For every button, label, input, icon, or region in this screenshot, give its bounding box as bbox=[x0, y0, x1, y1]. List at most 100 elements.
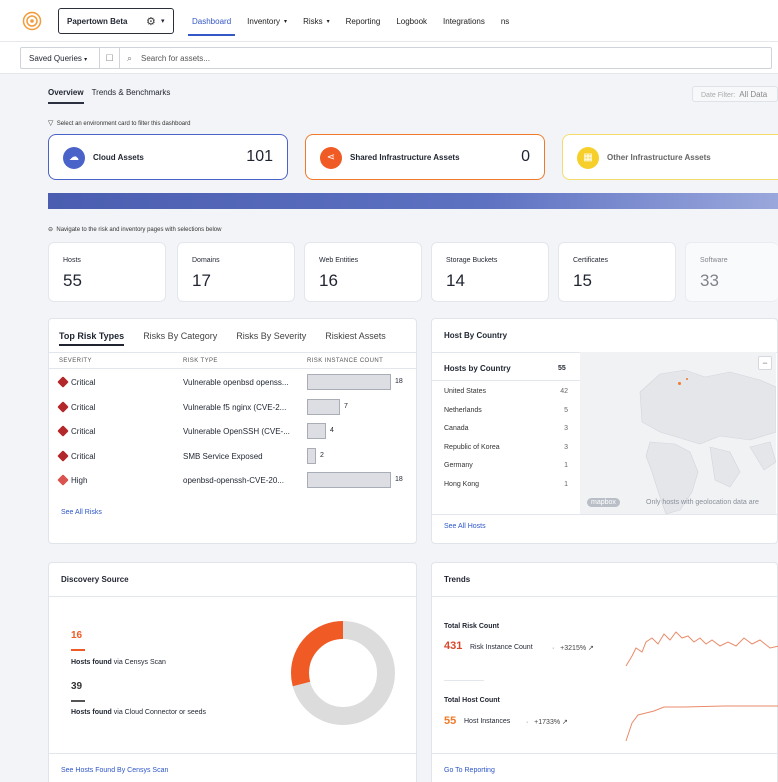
severity-icon bbox=[57, 376, 69, 388]
table-row[interactable]: High openbsd-openssh-CVE-20... 18 bbox=[49, 469, 416, 493]
nav-item-dashboard[interactable]: Dashboard bbox=[184, 0, 239, 42]
see-hosts-censys-link[interactable]: See Hosts Found By Censys Scan bbox=[61, 767, 168, 774]
divider bbox=[444, 680, 484, 681]
total-risk-change-value: +3215% bbox=[560, 645, 587, 652]
total-host-unit: Host Instances bbox=[464, 718, 511, 725]
navigate-hint: ⊖ Navigate to the risk and inventory pag… bbox=[48, 226, 221, 233]
zoom-out-icon[interactable]: − bbox=[758, 356, 772, 370]
list-item[interactable]: United States 42 bbox=[444, 388, 568, 406]
censys-host-label-rest: via Censys Scan bbox=[113, 659, 166, 666]
bookmark-icon[interactable]: ☐ bbox=[100, 48, 120, 68]
stat-label: Hosts bbox=[63, 257, 81, 264]
stat-label: Web Entities bbox=[319, 257, 359, 264]
nav-item-logbook[interactable]: Logbook bbox=[388, 0, 435, 42]
divider bbox=[49, 753, 416, 754]
stat-label: Software bbox=[700, 257, 728, 264]
nav-item-inventory[interactable]: Inventory ▾ bbox=[239, 0, 295, 42]
share-icon: ⋖ bbox=[320, 147, 342, 169]
country-count: 5 bbox=[564, 406, 568, 414]
see-all-risks-link[interactable]: See All Risks bbox=[61, 509, 102, 516]
saved-queries-label: Saved Queries bbox=[29, 54, 82, 63]
stat-card-storage-buckets[interactable]: Storage Buckets 14 bbox=[431, 242, 549, 302]
trends-title: Trends bbox=[444, 575, 471, 584]
date-filter-value: All Data bbox=[739, 90, 768, 99]
connector-host-label-rest: via Cloud Connector or seeds bbox=[113, 709, 206, 716]
list-item[interactable]: Germany 1 bbox=[444, 462, 568, 480]
nav-item-integrations[interactable]: Integrations bbox=[435, 0, 493, 42]
search-input[interactable] bbox=[141, 51, 741, 65]
risk-count-bar bbox=[307, 447, 316, 464]
stat-value: 14 bbox=[446, 271, 465, 290]
chevron-down-icon: ▾ bbox=[84, 57, 88, 63]
top-risks-panel: Top Risk Types Risks By Category Risks By … bbox=[48, 318, 417, 544]
risk-count-bar bbox=[307, 374, 391, 390]
severity-icon bbox=[57, 449, 69, 462]
org-selector[interactable]: Papertown Beta ⚙ ▾ bbox=[58, 8, 174, 34]
risk-count-value: 7 bbox=[344, 402, 348, 410]
risk-count-value: 18 bbox=[395, 476, 403, 483]
country-name: Republic of Korea bbox=[444, 443, 500, 451]
map-host-marker[interactable] bbox=[686, 378, 688, 380]
list-item[interactable]: Hong Kong 1 bbox=[444, 481, 568, 499]
tab-riskiest-assets[interactable]: Riskiest Assets bbox=[325, 331, 386, 346]
nav-item-reporting[interactable]: Reporting bbox=[338, 0, 389, 42]
country-count: 1 bbox=[564, 462, 568, 469]
risk-count-bar bbox=[307, 472, 391, 488]
table-row[interactable]: Critical SMB Service Exposed 2 bbox=[49, 445, 416, 469]
risk-count-value: 4 bbox=[330, 427, 334, 434]
stat-card-web-entities[interactable]: Web Entities 16 bbox=[304, 242, 422, 302]
country-count: 42 bbox=[560, 388, 568, 395]
nav-item-label: Inventory bbox=[247, 16, 281, 26]
divider bbox=[432, 596, 777, 597]
tab-trends-benchmarks[interactable]: Trends & Benchmarks bbox=[92, 88, 171, 104]
severity-icon bbox=[57, 474, 69, 486]
stat-card-hosts[interactable]: Hosts 55 bbox=[48, 242, 166, 302]
env-card-other-infrastructure-assets[interactable]: ▦ Other Infrastructure Assets bbox=[562, 134, 778, 180]
table-row[interactable]: Critical Vulnerable OpenSSH (CVE-... 4 bbox=[49, 420, 416, 444]
date-filter[interactable]: Date Filter: All Data bbox=[692, 86, 778, 102]
env-card-shared-infrastructure-assets[interactable]: ⋖ Shared Infrastructure Assets 0 bbox=[305, 134, 545, 180]
see-all-hosts-link[interactable]: See All Hosts bbox=[444, 523, 486, 530]
stat-value: 16 bbox=[319, 271, 338, 290]
list-item[interactable]: Republic of Korea 3 bbox=[444, 444, 568, 462]
severity-label: Critical bbox=[71, 402, 96, 412]
map-shapes bbox=[639, 369, 776, 514]
nav-item-risks[interactable]: Risks ▾ bbox=[295, 0, 338, 42]
search-bar: Saved Queries ▾ ☐ ⌕ bbox=[0, 42, 778, 74]
mapbox-logo: mapbox bbox=[587, 498, 620, 507]
gear-icon[interactable]: ⚙ bbox=[146, 15, 156, 28]
country-name: Canada bbox=[444, 425, 469, 432]
hosts-by-country-title: Hosts by Country bbox=[444, 364, 511, 373]
nav-item-ns[interactable]: ns bbox=[493, 0, 517, 42]
navigate-hint-text: Navigate to the risk and inventory pages… bbox=[56, 227, 222, 233]
severity-label: Critical bbox=[71, 378, 96, 387]
severity-label: Critical bbox=[71, 427, 96, 436]
country-name: United States bbox=[444, 388, 487, 395]
risk-type-label: Vulnerable OpenSSH (CVE-... bbox=[183, 427, 290, 436]
table-row[interactable]: Critical Vulnerable f5 nginx (CVE-2... 7 bbox=[49, 396, 416, 420]
environment-band bbox=[48, 193, 778, 209]
tab-risks-by-category[interactable]: Risks By Category bbox=[143, 331, 217, 346]
stat-card-certificates[interactable]: Certificates 15 bbox=[558, 242, 676, 302]
chevron-down-icon: ▾ bbox=[284, 18, 288, 25]
stat-card-software[interactable]: Software 33 bbox=[685, 242, 778, 302]
list-item[interactable]: Netherlands 5 bbox=[444, 407, 568, 425]
discovery-donut-chart bbox=[291, 621, 395, 725]
table-row[interactable]: Critical Vulnerable openbsd openss... 18 bbox=[49, 371, 416, 395]
env-card-cloud-assets[interactable]: ☁ Cloud Assets 101 bbox=[48, 134, 288, 180]
saved-queries-dropdown[interactable]: Saved Queries ▾ bbox=[21, 48, 100, 68]
go-to-reporting-link[interactable]: Go To Reporting bbox=[444, 767, 495, 774]
tab-top-risk-types[interactable]: Top Risk Types bbox=[59, 331, 125, 346]
risk-trend-sparkline bbox=[625, 631, 778, 667]
arrow-up-right-icon: ↗ bbox=[562, 719, 568, 726]
map-host-marker[interactable] bbox=[678, 382, 681, 385]
censys-logo-icon[interactable] bbox=[22, 11, 42, 31]
col-severity: SEVERITY bbox=[59, 358, 92, 364]
col-risk-count: RISK INSTANCE COUNT bbox=[307, 358, 384, 364]
tab-risks-by-severity[interactable]: Risks By Severity bbox=[236, 331, 306, 346]
censys-host-label-bold: Hosts found bbox=[71, 659, 112, 666]
tab-overview[interactable]: Overview bbox=[48, 88, 84, 104]
stat-card-domains[interactable]: Domains 17 bbox=[177, 242, 295, 302]
world-map[interactable]: − mapbox Only hosts with geolocation dat… bbox=[580, 352, 776, 514]
list-item[interactable]: Canada 3 bbox=[444, 425, 568, 443]
